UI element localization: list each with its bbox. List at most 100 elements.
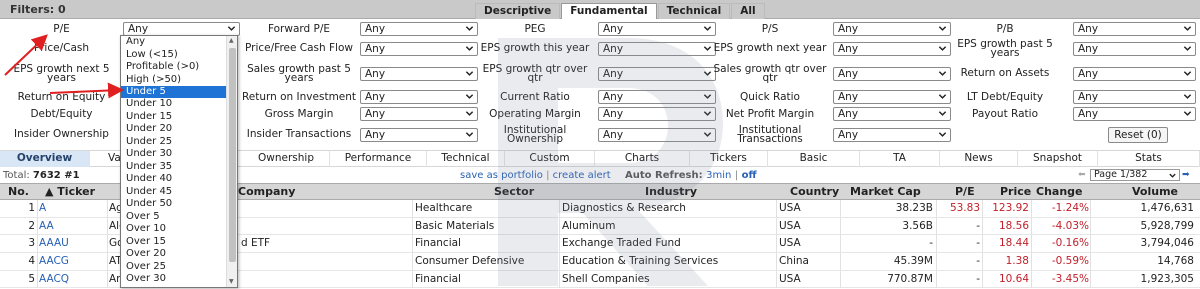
- dropdown-option[interactable]: Under 10: [121, 98, 237, 111]
- next-page-icon[interactable]: ➡: [1182, 170, 1192, 180]
- auto-refresh-value[interactable]: 3min: [706, 170, 731, 181]
- dropdown-option[interactable]: Over 30: [121, 273, 237, 286]
- dropdown-option[interactable]: Under 45: [121, 186, 237, 199]
- dropdown-option[interactable]: Under 15: [121, 111, 237, 124]
- dropdown-option[interactable]: Under 5: [121, 86, 237, 98]
- filter-select[interactable]: Any: [360, 107, 478, 121]
- filter-select[interactable]: Any: [833, 22, 951, 36]
- dropdown-option[interactable]: Under 20: [121, 123, 237, 136]
- column-header[interactable]: Country: [790, 184, 839, 200]
- scrollbar-thumb[interactable]: [229, 48, 236, 262]
- column-header[interactable]: Market Cap: [850, 184, 921, 200]
- filter-select[interactable]: Any: [360, 127, 478, 142]
- dropdown-scrollbar[interactable]: ▲ ▼: [226, 36, 237, 287]
- column-header[interactable]: No.: [8, 184, 29, 200]
- dropdown-option[interactable]: Under 40: [121, 173, 237, 186]
- filter-select[interactable]: Any: [1073, 22, 1196, 36]
- filter-select[interactable]: Any: [598, 22, 716, 36]
- dropdown-option[interactable]: Under 25: [121, 136, 237, 149]
- filter-select[interactable]: Any: [360, 41, 478, 56]
- auto-refresh-off[interactable]: off: [742, 170, 757, 181]
- filter-select[interactable]: Any: [1073, 66, 1196, 81]
- scroll-up-icon[interactable]: ▲: [229, 38, 236, 44]
- nav-stats[interactable]: Stats: [1098, 151, 1200, 167]
- cell-ticker[interactable]: AACG: [39, 253, 99, 270]
- filter-select[interactable]: Any: [1073, 41, 1196, 56]
- column-header[interactable]: Industry: [645, 184, 697, 200]
- nav-tickers[interactable]: Tickers: [690, 151, 768, 167]
- tab-technical[interactable]: Technical: [657, 3, 731, 19]
- reset-button[interactable]: Reset (0): [1108, 127, 1168, 143]
- tab-descriptive[interactable]: Descriptive: [475, 3, 561, 19]
- filter-select[interactable]: Any: [833, 41, 951, 56]
- column-header[interactable]: P/E: [955, 184, 975, 200]
- dropdown-option[interactable]: Over 10: [121, 223, 237, 236]
- dropdown-option[interactable]: Under 35: [121, 161, 237, 174]
- prev-page-icon[interactable]: ⬅: [1078, 170, 1088, 180]
- dropdown-option[interactable]: Over 20: [121, 248, 237, 261]
- dropdown-option[interactable]: Over 5: [121, 211, 237, 224]
- dropdown-option[interactable]: High (>50): [121, 74, 237, 87]
- nav-val[interactable]: Val: [100, 151, 124, 167]
- chevron-down-icon: [465, 94, 474, 99]
- filter-label: Gross Margin: [264, 107, 334, 120]
- filter-select[interactable]: Any: [598, 41, 716, 56]
- create-alert-link[interactable]: create alert: [553, 170, 611, 181]
- nav-ta[interactable]: TA: [860, 151, 940, 167]
- cell-no: 3: [28, 237, 35, 250]
- nav-snapshot[interactable]: Snapshot: [1018, 151, 1098, 167]
- cell-ticker[interactable]: AA: [39, 218, 99, 235]
- filter-select[interactable]: Any: [833, 127, 951, 142]
- column-header[interactable]: Price: [1000, 184, 1031, 200]
- filter-select[interactable]: Any: [833, 107, 951, 121]
- cell-ticker[interactable]: AAAU: [39, 235, 99, 252]
- filter-select[interactable]: Any: [360, 22, 478, 36]
- column-header[interactable]: Change: [1036, 184, 1083, 200]
- cell-price: 123.92: [992, 202, 1029, 214]
- filter-select[interactable]: Any: [598, 90, 716, 104]
- nav-charts[interactable]: Charts: [595, 151, 690, 167]
- dropdown-option[interactable]: Under 50: [121, 198, 237, 211]
- nav-performance[interactable]: Performance: [330, 151, 427, 167]
- link-separator: |: [546, 170, 550, 181]
- column-header[interactable]: Sector: [494, 184, 534, 200]
- filter-select[interactable]: Any: [360, 90, 478, 104]
- save-portfolio-link[interactable]: save as portfolio: [460, 170, 543, 181]
- filter-select-value: Any: [838, 128, 859, 141]
- scroll-down-icon[interactable]: ▼: [229, 279, 236, 285]
- filter-select[interactable]: Any: [598, 107, 716, 121]
- cell-mcap: 45.39M: [893, 255, 933, 268]
- dropdown-option[interactable]: Over 15: [121, 236, 237, 249]
- filter-select-value: Any: [838, 42, 859, 55]
- filter-select-value: Any: [1078, 67, 1099, 80]
- filter-select[interactable]: Any: [1073, 90, 1196, 104]
- tab-all[interactable]: All: [731, 3, 765, 19]
- filter-select[interactable]: Any: [123, 22, 240, 36]
- page-select[interactable]: Page 1/382: [1090, 169, 1180, 181]
- dropdown-option[interactable]: Any: [121, 36, 237, 49]
- nav-basic[interactable]: Basic: [768, 151, 860, 167]
- filter-select[interactable]: Any: [598, 66, 716, 81]
- nav-technical[interactable]: Technical: [427, 151, 505, 167]
- column-header[interactable]: ▲ Ticker: [45, 184, 95, 200]
- dropdown-option[interactable]: Profitable (>0): [121, 61, 237, 74]
- nav-ownership[interactable]: Ownership: [243, 151, 330, 167]
- filter-select[interactable]: Any: [360, 66, 478, 81]
- cell-ticker[interactable]: A: [39, 200, 99, 217]
- nav-news[interactable]: News: [940, 151, 1018, 167]
- dropdown-option[interactable]: Low (<15): [121, 49, 237, 62]
- tab-fundamental[interactable]: Fundamental: [561, 3, 657, 19]
- dropdown-option[interactable]: Under 30: [121, 148, 237, 161]
- column-header[interactable]: Company: [238, 184, 295, 200]
- filter-select[interactable]: Any: [598, 127, 716, 142]
- column-header[interactable]: Volume: [1132, 184, 1178, 200]
- pe-dropdown-list[interactable]: ▲ ▼ Any Low (<15) Profitable (>0) High (>50…: [120, 35, 238, 288]
- dropdown-option[interactable]: Over 25: [121, 261, 237, 274]
- nav-custom[interactable]: Custom: [505, 151, 595, 167]
- filter-select[interactable]: Any: [833, 66, 951, 81]
- filter-label: Insider Transactions: [246, 128, 352, 141]
- filter-select[interactable]: Any: [1073, 107, 1196, 121]
- nav-overview[interactable]: Overview: [0, 151, 90, 167]
- filter-select[interactable]: Any: [833, 90, 951, 104]
- cell-ticker[interactable]: AACQ: [39, 271, 99, 288]
